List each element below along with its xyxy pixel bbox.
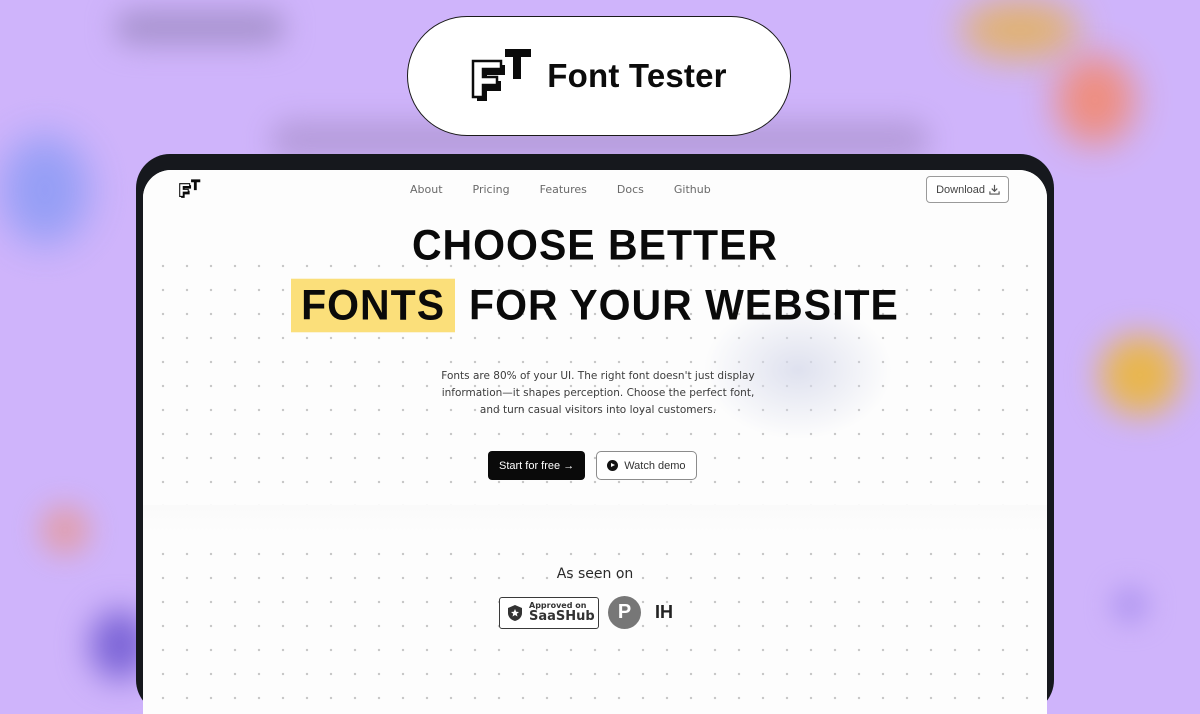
- nav-links: About Pricing Features Docs Github: [410, 183, 741, 196]
- blurred-bg-shape: [115, 10, 285, 45]
- nav-link-about[interactable]: About: [410, 183, 443, 196]
- watch-demo-label: Watch demo: [624, 459, 686, 472]
- nav-link-pricing[interactable]: Pricing: [473, 183, 510, 196]
- producthunt-icon[interactable]: P: [608, 596, 641, 629]
- blurred-bg-shape: [40, 505, 90, 555]
- website-screen: About Pricing Features Docs Github Downl…: [143, 170, 1047, 714]
- headline-rest: FOR YOUR WEBSITE: [469, 280, 899, 330]
- blurred-bg-shape: [1055, 55, 1135, 145]
- hero-headline-line1: CHOOSE BETTER: [411, 220, 779, 270]
- download-icon: [989, 184, 1000, 195]
- play-icon: [607, 460, 619, 471]
- shield-star-icon: [508, 604, 522, 621]
- blurred-bg-shape: [1100, 335, 1180, 415]
- nav-link-docs[interactable]: Docs: [617, 183, 644, 196]
- blurred-bg-shape: [1110, 585, 1150, 625]
- blurred-bg-shape: [960, 0, 1080, 60]
- saashub-badge[interactable]: Approved on SaaSHub: [499, 596, 599, 629]
- highlighted-word: FONTS: [291, 278, 456, 333]
- laptop-frame: About Pricing Features Docs Github Downl…: [136, 154, 1054, 714]
- saashub-name: SaaSHub: [529, 609, 595, 624]
- ft-logo-icon: [472, 49, 532, 101]
- blurred-bg-shape: [0, 135, 90, 245]
- nav-link-features[interactable]: Features: [540, 183, 587, 196]
- navbar: About Pricing Features Docs Github Downl…: [143, 170, 1047, 220]
- as-seen-on-heading: As seen on: [556, 566, 634, 582]
- nav-link-github[interactable]: Github: [674, 183, 711, 196]
- indiehackers-icon[interactable]: IH: [655, 602, 673, 623]
- press-badges: Approved on SaaSHub P IH: [499, 596, 673, 629]
- watch-demo-button[interactable]: Watch demo: [596, 451, 697, 480]
- hero-headline-line2: FONTS FOR YOUR WEBSITE: [143, 278, 1047, 333]
- hero-description: Fonts are 80% of your UI. The right font…: [441, 370, 755, 416]
- download-label: Download: [936, 183, 985, 196]
- brand-name: Font Tester: [547, 57, 727, 94]
- start-for-free-button[interactable]: Start for free →: [488, 451, 586, 480]
- cta-row: Start for free → Watch demo: [488, 451, 697, 480]
- ft-logo-icon[interactable]: [179, 178, 201, 200]
- download-button[interactable]: Download: [926, 176, 1009, 203]
- brand-banner: Font Tester: [407, 16, 791, 136]
